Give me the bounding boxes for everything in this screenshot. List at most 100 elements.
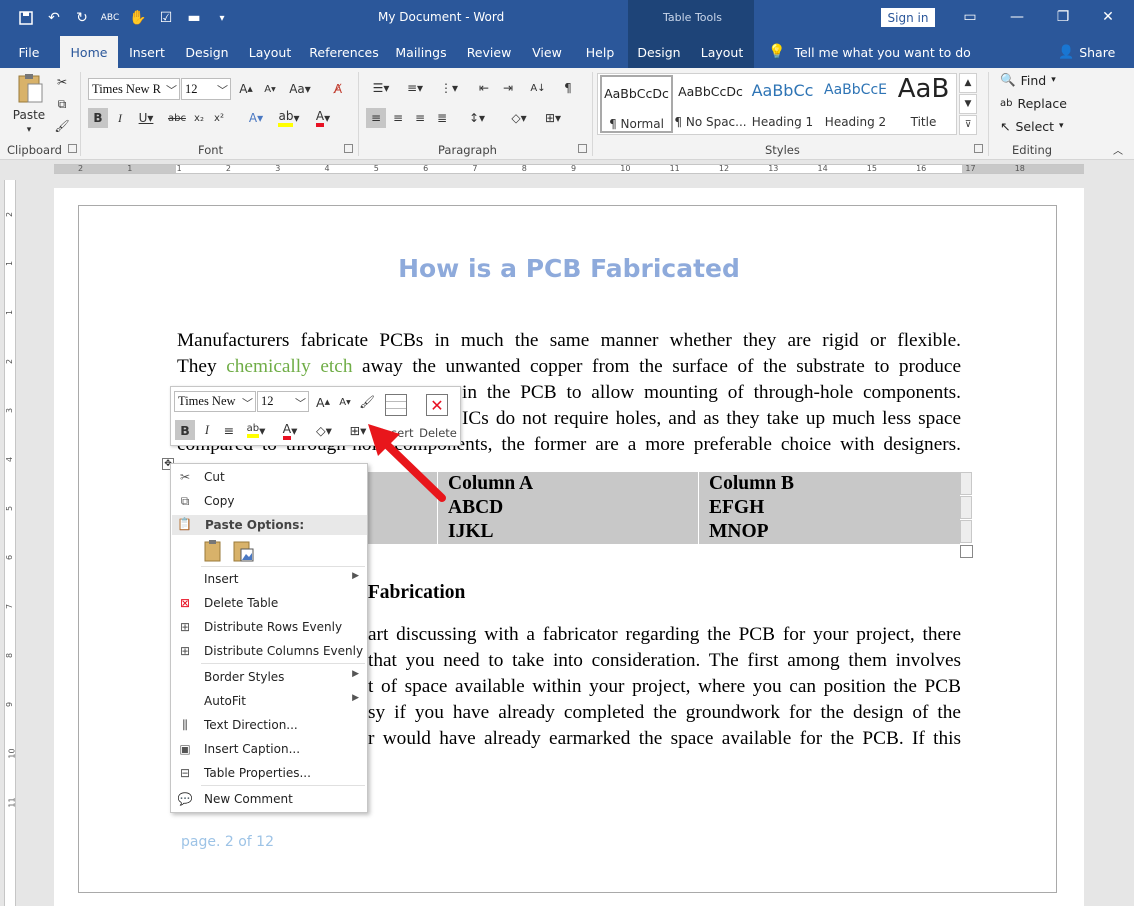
paragraph-launcher-icon[interactable] xyxy=(578,144,587,153)
bullets-icon[interactable]: ☰▾ xyxy=(366,78,396,98)
customize-qat-icon[interactable]: ▾ xyxy=(210,6,234,30)
italic-icon[interactable]: I xyxy=(111,108,129,128)
table-cell[interactable]: Column A xyxy=(448,472,698,496)
clear-formatting-icon[interactable]: A̸ xyxy=(328,79,348,99)
shading-icon[interactable]: ◇▾ xyxy=(309,420,339,440)
align-left-icon[interactable]: ≡ xyxy=(366,108,386,128)
tell-me-box[interactable]: 💡 Tell me what you want to do xyxy=(768,36,971,68)
font-name-combo[interactable]: Times New R ﹀ xyxy=(88,78,180,100)
tab-help[interactable]: Help xyxy=(580,36,620,68)
share-button[interactable]: 👤 Share xyxy=(1058,36,1115,68)
numbering-icon[interactable]: ≡▾ xyxy=(400,78,430,98)
style-no-spacing[interactable]: AaBbCcDc ¶ No Spac... xyxy=(674,75,747,133)
cut-icon[interactable]: ✂ xyxy=(52,72,72,92)
align-center-icon[interactable]: ≡ xyxy=(388,108,408,128)
style-normal[interactable]: AaBbCcDc ¶ Normal xyxy=(600,75,673,133)
font-size-combo[interactable]: 12 ﹀ xyxy=(181,78,231,100)
spelling-icon[interactable]: ABC xyxy=(98,6,122,30)
sign-in-button[interactable]: Sign in xyxy=(881,8,935,27)
tab-file[interactable]: File xyxy=(10,36,48,68)
tab-layout[interactable]: Layout xyxy=(244,36,296,68)
paste-button[interactable]: Paste xyxy=(8,106,50,124)
menu-item-border-styles[interactable]: Border Styles ▶ xyxy=(171,666,367,688)
table-cell[interactable]: IJKL xyxy=(448,520,698,544)
bold-icon[interactable]: B xyxy=(88,108,108,128)
ribbon-display-icon[interactable]: ▭ xyxy=(959,6,981,28)
table-cell[interactable]: Column B xyxy=(709,472,959,496)
minimize-icon[interactable]: — xyxy=(1006,6,1028,28)
select-button[interactable]: ↖ Select ▾ xyxy=(1000,116,1064,136)
touch-mode-icon[interactable]: ✋ xyxy=(126,6,150,30)
table-cell[interactable]: EFGH xyxy=(709,496,959,520)
grow-font-icon[interactable]: A ▲ xyxy=(236,79,256,99)
table-resize-handle[interactable] xyxy=(960,545,973,558)
mini-font-size-combo[interactable]: 12 ﹀ xyxy=(257,391,309,412)
tab-references[interactable]: References xyxy=(308,36,380,68)
menu-item-cut[interactable]: ✂ Cut xyxy=(171,466,367,488)
highlight-icon[interactable]: ab ▾ xyxy=(241,420,271,440)
mini-font-name-combo[interactable]: Times New ﹀ xyxy=(174,391,256,412)
copy-icon[interactable]: ⧉ xyxy=(52,94,72,114)
tab-insert[interactable]: Insert xyxy=(124,36,170,68)
grow-font-icon[interactable]: A ▲ xyxy=(313,392,333,412)
styles-scroll-up-icon[interactable]: ▲ xyxy=(959,73,977,93)
show-marks-icon[interactable]: ¶ xyxy=(558,78,578,98)
text-effects-icon[interactable]: A▾ xyxy=(242,108,270,128)
menu-item-autofit[interactable]: AutoFit ▶ xyxy=(171,690,367,712)
menu-item-insert[interactable]: Insert ▶ xyxy=(171,568,367,590)
style-heading-1[interactable]: AaBbCc Heading 1 xyxy=(746,75,819,133)
replace-button[interactable]: ab Replace xyxy=(1000,93,1067,113)
menu-item-text-direction[interactable]: ⫼ Text Direction... xyxy=(171,714,367,736)
styles-more-icon[interactable]: ⊽ xyxy=(959,115,977,135)
highlight-icon[interactable]: ab ▾ xyxy=(274,108,304,128)
form-icon[interactable]: ☑ xyxy=(154,6,178,30)
menu-item-delete-table[interactable]: ⊠ Delete Table xyxy=(171,592,367,614)
restore-icon[interactable]: ❐ xyxy=(1052,6,1074,28)
tab-home[interactable]: Home xyxy=(60,36,118,68)
shrink-font-icon[interactable]: A ▼ xyxy=(260,79,280,99)
table-column-b[interactable]: Column B EFGH MNOP xyxy=(699,472,959,544)
find-button[interactable]: 🔍 Find ▾ xyxy=(1000,70,1056,90)
center-icon[interactable]: ≡ xyxy=(219,420,239,440)
menu-item-distribute-rows[interactable]: ⊞ Distribute Rows Evenly xyxy=(171,616,367,638)
underline-icon[interactable]: U▾ xyxy=(134,108,158,128)
strikethrough-icon[interactable]: abc xyxy=(166,108,188,128)
font-launcher-icon[interactable] xyxy=(344,144,353,153)
tab-table-design[interactable]: Design xyxy=(628,36,690,68)
borders-icon[interactable]: ⊞▾ xyxy=(538,108,568,128)
decrease-indent-icon[interactable]: ⇤ xyxy=(474,78,494,98)
subscript-icon[interactable]: x₂ xyxy=(190,108,208,128)
paste-icon[interactable] xyxy=(12,72,48,104)
paste-keep-formatting-icon[interactable] xyxy=(202,539,226,563)
tab-review[interactable]: Review xyxy=(464,36,514,68)
menu-item-table-properties[interactable]: ⊟ Table Properties... xyxy=(171,762,367,784)
change-case-icon[interactable]: Aa▾ xyxy=(288,79,312,99)
menu-item-copy[interactable]: ⧉ Copy xyxy=(171,490,367,512)
italic-icon[interactable]: I xyxy=(197,420,217,440)
menu-item-insert-caption[interactable]: ▣ Insert Caption... xyxy=(171,738,367,760)
justify-icon[interactable]: ≣ xyxy=(432,108,452,128)
clipboard-launcher-icon[interactable] xyxy=(68,144,77,153)
increase-indent-icon[interactable]: ⇥ xyxy=(498,78,518,98)
tab-mailings[interactable]: Mailings xyxy=(392,36,450,68)
undo-icon[interactable]: ↶ xyxy=(42,6,66,30)
format-painter-icon[interactable]: 🖌 xyxy=(52,116,72,136)
tab-table-layout[interactable]: Layout xyxy=(690,36,754,68)
redo-icon[interactable]: ↻ xyxy=(70,6,94,30)
shading-icon[interactable]: ◇▾ xyxy=(504,108,534,128)
sort-icon[interactable]: A↓ xyxy=(528,78,548,98)
styles-launcher-icon[interactable] xyxy=(974,144,983,153)
table-cell[interactable]: MNOP xyxy=(709,520,959,544)
close-icon[interactable]: ✕ xyxy=(1097,6,1119,28)
font-color-icon[interactable]: A ▾ xyxy=(308,108,338,128)
style-title[interactable]: AaB Title xyxy=(887,74,960,133)
shrink-font-icon[interactable]: A ▼ xyxy=(335,392,355,412)
tab-design[interactable]: Design xyxy=(182,36,232,68)
bold-icon[interactable]: B xyxy=(175,420,195,440)
superscript-icon[interactable]: x² xyxy=(210,108,228,128)
style-heading-2[interactable]: AaBbCcE Heading 2 xyxy=(819,75,892,133)
menu-item-new-comment[interactable]: 💬 New Comment xyxy=(171,788,367,810)
collapse-ribbon-icon[interactable]: ︿ xyxy=(1110,142,1126,157)
menu-item-distribute-columns[interactable]: ⊞ Distribute Columns Evenly xyxy=(171,640,367,662)
line-spacing-icon[interactable]: ↕▾ xyxy=(462,108,492,128)
